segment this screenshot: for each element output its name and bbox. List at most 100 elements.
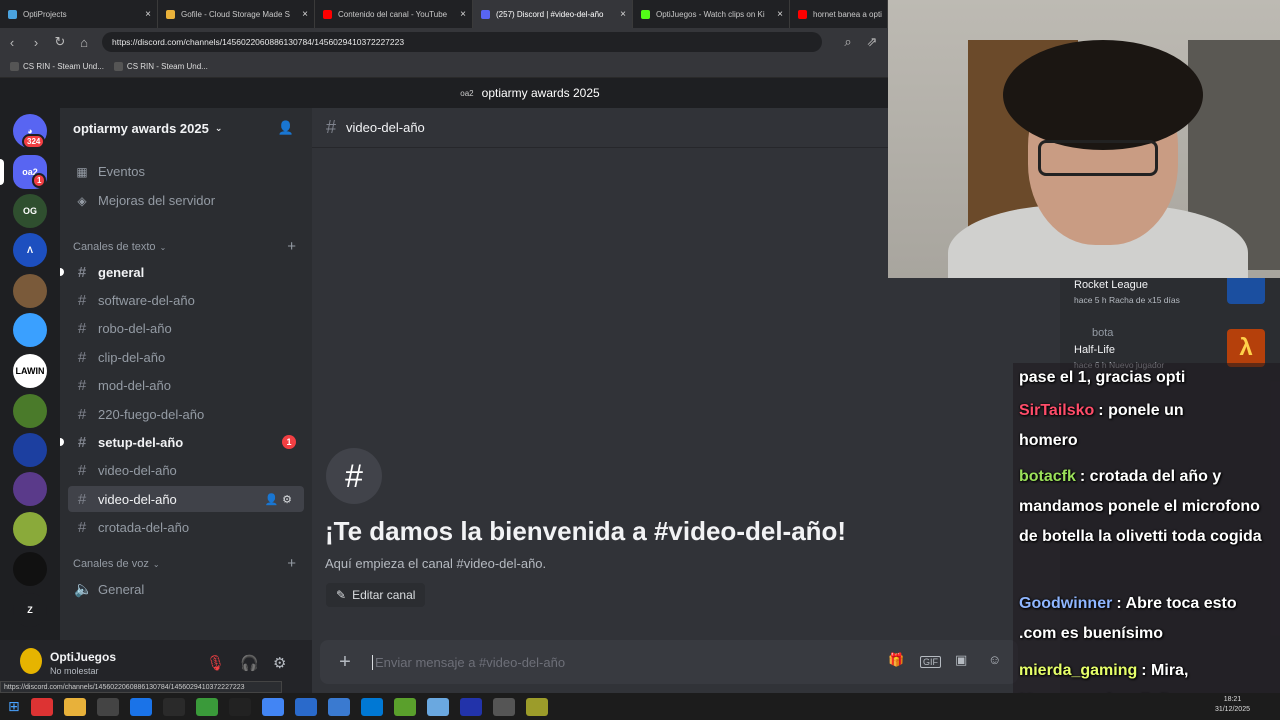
channel-item[interactable]: # setup-del-año 1 <box>60 429 304 455</box>
add-text-channel-icon[interactable]: + <box>287 238 296 255</box>
browser-tab[interactable]: Contenido del canal - YouTube × <box>315 0 473 28</box>
taskbar-app-icon[interactable] <box>30 697 53 716</box>
stream-chat-message: botacfk: crotada del año y mandamos pone… <box>1019 462 1274 552</box>
discord-title: optiarmy awards 2025 <box>481 86 600 100</box>
headphones-icon[interactable]: 🎧 <box>240 654 259 672</box>
channel-name: crotada-del-año <box>98 520 190 536</box>
folder-icon[interactable] <box>63 697 86 716</box>
channel-item[interactable]: # robo-del-año <box>68 316 304 342</box>
channel-item[interactable]: # video-del-año <box>68 458 304 484</box>
back-icon[interactable]: ‹ <box>0 35 24 50</box>
channel-item[interactable]: # clip-del-año <box>68 344 304 370</box>
obs-icon[interactable] <box>492 697 515 716</box>
taskbar-app-icon[interactable] <box>129 697 152 716</box>
close-tab-icon[interactable]: × <box>145 9 151 20</box>
voice-channels-category[interactable]: Canales de voz ⌄ <box>73 558 160 570</box>
close-tab-icon[interactable]: × <box>777 9 783 20</box>
taskbar-app-icon[interactable] <box>96 697 119 716</box>
channel-item[interactable]: # crotada-del-año <box>68 515 304 541</box>
windows-start-icon[interactable]: ⊞ <box>8 698 20 715</box>
close-tab-icon[interactable]: × <box>302 9 308 20</box>
sticker-icon[interactable]: ▣ <box>955 652 967 668</box>
channel-item[interactable]: # video-del-año 👤⚙ <box>68 486 304 513</box>
emoji-icon[interactable]: ☺ <box>988 652 1001 667</box>
avatar[interactable] <box>20 648 42 674</box>
bookmark-item[interactable]: CS RIN - Steam Und... <box>10 62 104 71</box>
server-icon[interactable] <box>13 552 47 586</box>
close-tab-icon[interactable]: × <box>620 9 626 20</box>
browser-status-url: https://discord.com/channels/14560220608… <box>0 681 282 693</box>
unread-indicator <box>60 438 64 447</box>
voice-channel-general[interactable]: 🔈 General <box>68 576 304 602</box>
browser-tab[interactable]: OptiProjects × <box>0 0 158 28</box>
server-icon[interactable] <box>13 394 47 428</box>
bookmark-label: CS RIN - Steam Und... <box>23 62 104 71</box>
activity-meta: hace 5 h Racha de x15 días <box>1074 295 1180 305</box>
server-icon[interactable]: Λ <box>13 233 47 267</box>
server-icon[interactable] <box>13 472 47 506</box>
server-icon[interactable]: LAWIN <box>13 354 47 388</box>
tab-label: Contenido del canal - YouTube <box>338 9 448 19</box>
server-icon[interactable] <box>13 313 47 347</box>
server-name-header[interactable]: optiarmy awards 2025 ⌄ <box>60 108 312 148</box>
server-icon[interactable] <box>13 274 47 308</box>
taskbar-app-icon[interactable] <box>426 697 449 716</box>
channel-item[interactable]: # mod-del-año <box>68 373 304 399</box>
hash-icon: # <box>77 405 87 423</box>
channel-item[interactable]: #220-fuego-del-año <box>68 401 304 427</box>
share-icon[interactable]: ⇗ <box>860 34 884 50</box>
server-icon[interactable]: Z <box>13 593 47 627</box>
taskbar-app-icon[interactable] <box>327 697 350 716</box>
gift-icon[interactable]: 🎁 <box>888 652 904 668</box>
server-boost-item[interactable]: ◈ Mejoras del servidor <box>74 193 215 208</box>
hash-icon: # <box>77 462 87 480</box>
taskbar-app-icon[interactable] <box>195 697 218 716</box>
browser-tab[interactable]: Gofile - Cloud Storage Made S × <box>158 0 315 28</box>
browser-tab[interactable]: OptiJuegos - Watch clips on Ki × <box>633 0 790 28</box>
minecraft-icon[interactable] <box>393 697 416 716</box>
category-label: Canales de texto <box>73 241 156 253</box>
channel-settings-icon[interactable]: 👤⚙ <box>264 493 296 506</box>
browser-tab[interactable]: hornet banea a opti <box>790 0 888 28</box>
channel-header-name: video-del-año <box>346 120 425 135</box>
terminal-icon[interactable] <box>228 697 251 716</box>
add-voice-channel-icon[interactable]: + <box>287 555 296 572</box>
channel-item[interactable]: # software-del-año <box>68 287 304 313</box>
home-icon[interactable]: ⌂ <box>72 35 96 50</box>
zoom-icon[interactable]: ⌕ <box>836 34 860 50</box>
activity-user[interactable]: bota <box>1092 327 1113 339</box>
url-field[interactable]: https://discord.com/channels/14560220608… <box>102 32 822 52</box>
events-item[interactable]: ▦ Eventos <box>74 164 145 179</box>
channel-name: robo-del-año <box>98 321 172 337</box>
channel-item[interactable]: # general <box>60 259 304 285</box>
taskbar-app-icon[interactable] <box>459 697 482 716</box>
text-channels-category[interactable]: Canales de texto ⌄ <box>73 241 166 253</box>
gif-icon[interactable]: GIF <box>920 656 941 668</box>
message-input[interactable] <box>372 654 752 670</box>
welcome-title: ¡Te damos la bienvenida a #video-del-año… <box>325 516 847 546</box>
invite-people-icon[interactable]: 👤 <box>278 120 294 136</box>
reload-icon[interactable]: ↻ <box>48 34 72 50</box>
server-icon[interactable] <box>13 512 47 546</box>
server-icon[interactable] <box>13 433 47 467</box>
hash-icon: # <box>77 263 87 281</box>
add-attachment-icon[interactable]: + <box>334 651 356 674</box>
channel-name: setup-del-año <box>98 434 184 450</box>
taskbar-app-icon[interactable] <box>162 697 185 716</box>
chrome-icon[interactable] <box>261 697 284 716</box>
browser-tab[interactable]: (257) Discord | #video-del-año × <box>473 0 633 28</box>
taskbar-app-icon[interactable] <box>525 697 548 716</box>
server-mention-badge: 1 <box>32 173 47 188</box>
server-icon[interactable]: OG <box>13 194 47 228</box>
gear-icon[interactable]: ⚙ <box>273 654 286 672</box>
forward-icon[interactable]: › <box>24 35 48 50</box>
edit-channel-button[interactable]: ✎ Editar canal <box>326 583 426 607</box>
bookmark-item[interactable]: CS RIN - Steam Und... <box>113 62 208 71</box>
mic-muted-icon[interactable]: 🎙 <box>206 654 225 672</box>
tab-label: (257) Discord | #video-del-año <box>496 9 604 19</box>
vscode-icon[interactable] <box>360 697 383 716</box>
close-tab-icon[interactable]: × <box>460 9 466 20</box>
webcam-hair <box>1003 40 1203 150</box>
pencil-icon: ✎ <box>336 588 347 602</box>
taskbar-app-icon[interactable] <box>294 697 317 716</box>
